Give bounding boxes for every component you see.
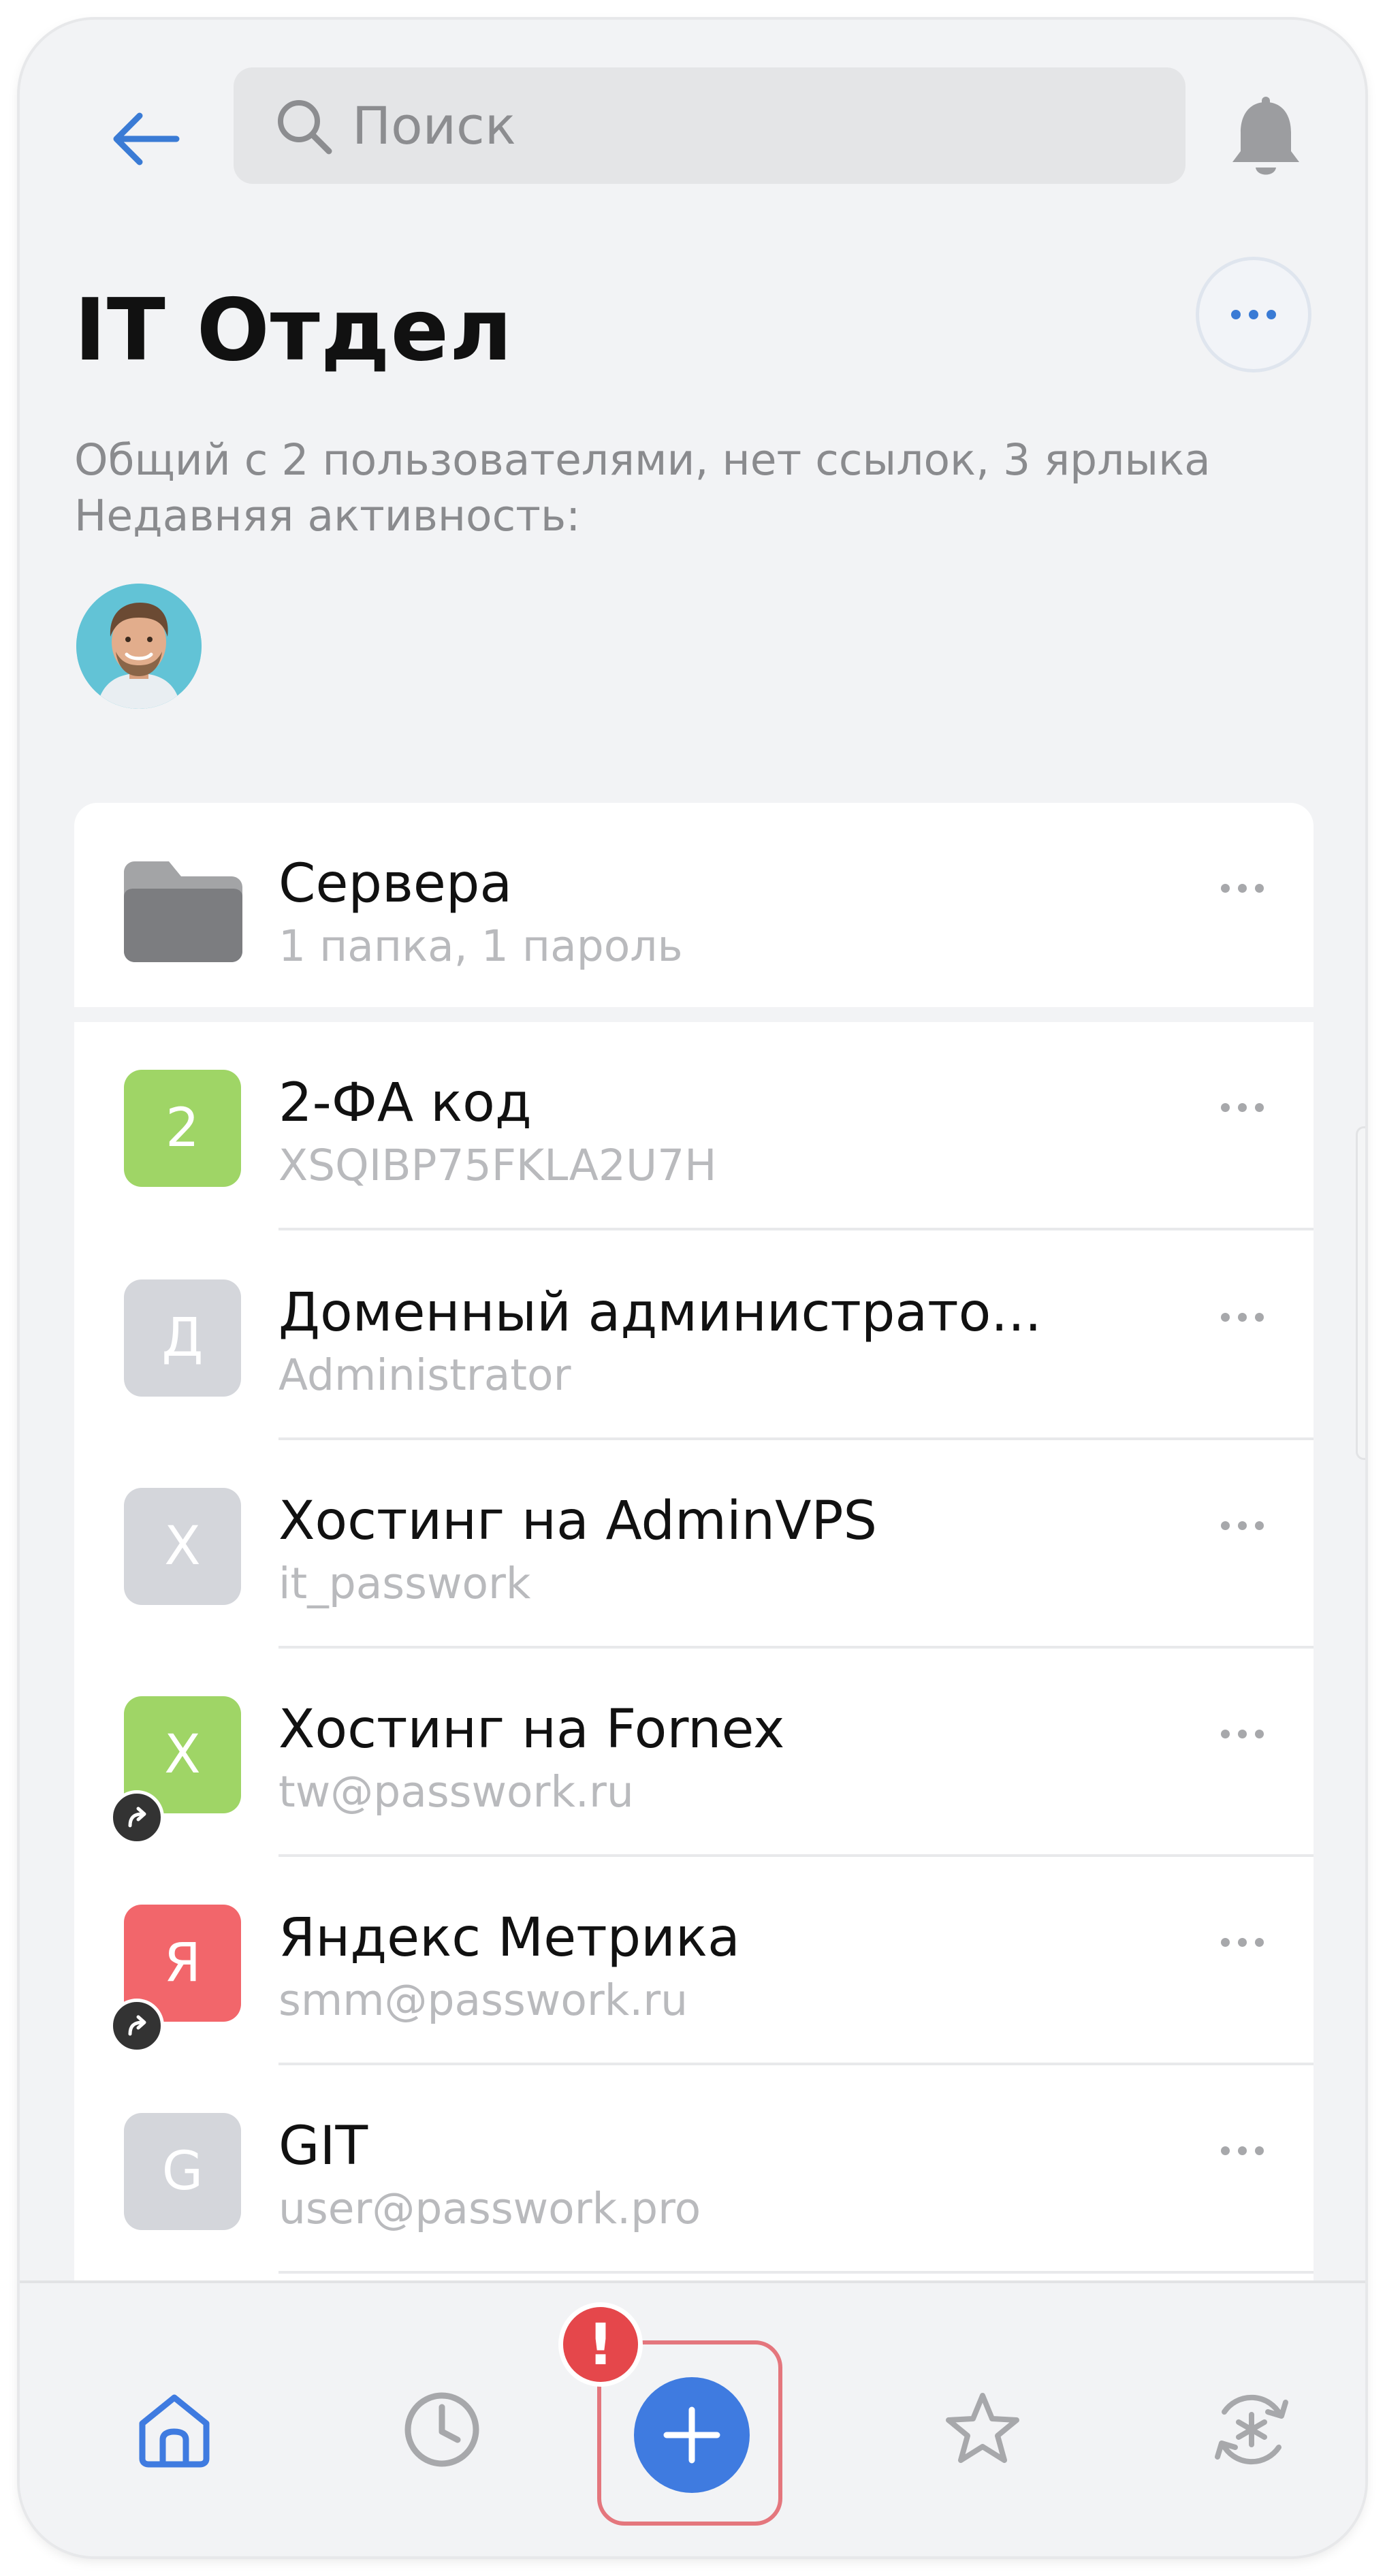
- vault-info-line-2: Недавняя активность:: [74, 491, 581, 541]
- search-input[interactable]: [352, 95, 1135, 156]
- page-title: IT Отдел: [74, 280, 513, 380]
- more-dot: [1254, 883, 1264, 893]
- item-more-button[interactable]: [1191, 1077, 1293, 1138]
- item-title: Яндекс Метрика: [278, 1907, 740, 1969]
- list-item[interactable]: Я Яндекс Метрика smm@passwork.ru: [74, 1857, 1314, 2065]
- nav-home[interactable]: [110, 2365, 239, 2494]
- item-letter-tile: 2: [124, 1070, 241, 1187]
- list-item[interactable]: G GIT user@passwork.pro: [74, 2065, 1314, 2274]
- item-more-button[interactable]: [1191, 2120, 1293, 2181]
- bell-icon: [1232, 97, 1299, 175]
- item-more-button[interactable]: [1191, 1495, 1293, 1556]
- vault-info-line-1: Общий с 2 пользователями, нет ссылок, 3 …: [74, 435, 1211, 485]
- more-dot: [1237, 1521, 1247, 1530]
- item-title: Хостинг на Fornex: [278, 1699, 785, 1760]
- more-dot: [1220, 2146, 1230, 2155]
- item-login: smm@passwork.ru: [278, 1975, 688, 2025]
- more-dot: [1237, 1729, 1247, 1738]
- more-dot: [1237, 1102, 1247, 1112]
- item-login: XSQIBP75FKLA2U7H: [278, 1141, 717, 1190]
- share-arrow-icon: [128, 2015, 146, 2036]
- folder-title: Сервера: [278, 853, 513, 915]
- scrollbar[interactable]: [1356, 1126, 1365, 1460]
- item-letter-tile: Х: [124, 1488, 241, 1605]
- more-dot: [1220, 1729, 1230, 1738]
- password-list: 2 2-ФА код XSQIBP75FKLA2U7H Д Доменный а…: [74, 1022, 1314, 2289]
- more-dot: [1249, 310, 1258, 319]
- item-letter-tile: G: [124, 2113, 241, 2230]
- nav-password-generator[interactable]: [1187, 2365, 1316, 2494]
- folder-card: Сервера 1 папка, 1 пароль: [74, 803, 1314, 1007]
- more-dot: [1254, 1729, 1264, 1738]
- notifications-button[interactable]: [1218, 88, 1314, 190]
- more-dot: [1267, 310, 1276, 319]
- list-item[interactable]: Х Хостинг на Fornex tw@passwork.ru: [74, 1649, 1314, 1857]
- more-dot: [1237, 1312, 1247, 1322]
- search-bar[interactable]: [234, 67, 1185, 184]
- item-login: tw@passwork.ru: [278, 1767, 634, 1817]
- more-dot: [1220, 1521, 1230, 1530]
- more-dot: [1254, 1521, 1264, 1530]
- more-dot: [1220, 1312, 1230, 1322]
- search-icon: [278, 99, 332, 154]
- more-dot: [1254, 1937, 1264, 1947]
- nav-recent[interactable]: [377, 2365, 507, 2494]
- plus-icon: [663, 2406, 720, 2464]
- more-dot: [1220, 883, 1230, 893]
- list-item[interactable]: Д Доменный администрато... Administrator: [74, 1232, 1314, 1440]
- item-more-button[interactable]: [1191, 1703, 1293, 1764]
- share-arrow-icon: [128, 1807, 146, 1828]
- divider: [278, 1228, 1314, 1230]
- nav-favorites[interactable]: [918, 2365, 1047, 2494]
- star-icon: [946, 2393, 1019, 2463]
- item-title: GIT: [278, 2116, 368, 2177]
- item-letter-tile: Д: [124, 1279, 241, 1397]
- more-dot: [1254, 1102, 1264, 1112]
- clock-icon: [404, 2392, 479, 2467]
- divider: [278, 2271, 1314, 2274]
- more-dot: [1231, 310, 1241, 319]
- more-dot: [1254, 1312, 1264, 1322]
- item-title: Доменный администрато...: [278, 1282, 1042, 1343]
- vault-info: Общий с 2 пользователями, нет ссылок, 3 …: [74, 432, 1211, 544]
- more-dot: [1254, 2146, 1264, 2155]
- more-dot: [1237, 2146, 1247, 2155]
- alert-badge: !: [558, 2302, 643, 2387]
- more-dot: [1237, 883, 1247, 893]
- vault-more-button[interactable]: [1196, 257, 1311, 372]
- item-title: 2-ФА код: [278, 1072, 532, 1134]
- user-avatar[interactable]: [76, 584, 202, 709]
- arrow-left-icon: [113, 112, 180, 165]
- item-login: it_passwork: [278, 1559, 531, 1608]
- add-item-button[interactable]: [634, 2377, 750, 2493]
- shared-badge: [110, 1999, 164, 2053]
- back-button[interactable]: [101, 95, 190, 183]
- item-login: Administrator: [278, 1350, 571, 1400]
- password-generator-icon: [1215, 2394, 1288, 2465]
- folder-icon: [124, 861, 242, 962]
- more-dot: [1237, 1937, 1247, 1947]
- item-more-button[interactable]: [1191, 1911, 1293, 1973]
- list-item[interactable]: 2 2-ФА код XSQIBP75FKLA2U7H: [74, 1022, 1314, 1230]
- folder-more-button[interactable]: [1191, 857, 1293, 919]
- shared-badge: [110, 1790, 164, 1845]
- more-dot: [1220, 1937, 1230, 1947]
- item-title: Хостинг на AdminVPS: [278, 1491, 878, 1552]
- item-more-button[interactable]: [1191, 1286, 1293, 1348]
- home-icon: [139, 2394, 210, 2468]
- bottom-navigation: !: [20, 2280, 1365, 2556]
- more-dot: [1220, 1102, 1230, 1112]
- folder-row[interactable]: Сервера 1 папка, 1 пароль: [74, 803, 1314, 1007]
- list-item[interactable]: Х Хостинг на AdminVPS it_passwork: [74, 1440, 1314, 1649]
- item-login: user@passwork.pro: [278, 2184, 701, 2233]
- phone-screen: IT Отдел Общий с 2 пользователями, нет с…: [20, 20, 1365, 2556]
- folder-subtitle: 1 папка, 1 пароль: [278, 921, 683, 971]
- avatar-photo: [76, 584, 202, 709]
